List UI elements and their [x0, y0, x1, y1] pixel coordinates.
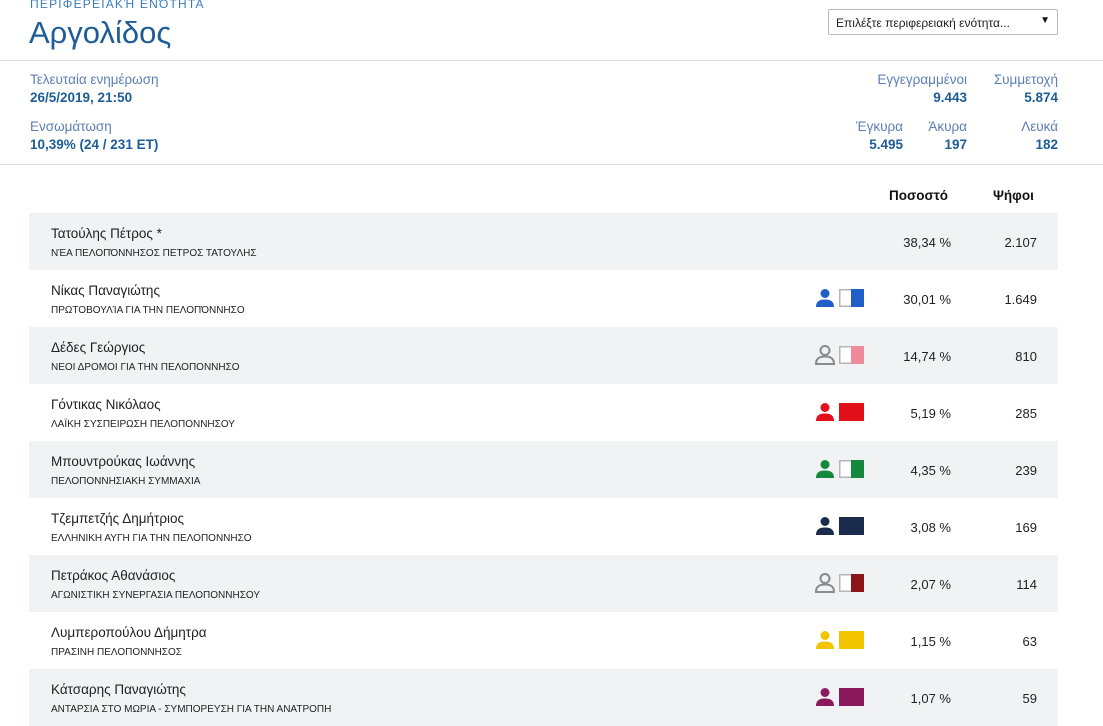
party-name: ΠΕΛΟΠΟΝΝΗΣΙΑΚΗ ΣΥΜΜΑΧΙΑ	[51, 476, 201, 487]
blank-value: 182	[1035, 137, 1058, 152]
vote-percentage: 2,07 %	[910, 577, 951, 592]
candidate-name: Τατούλης Πέτρος *	[51, 226, 162, 241]
table-row[interactable]: Κάτσαρης Παναγιώτης ΑΝΤΑΡΣΙΑ ΣΤΟ ΜΩΡΙΑ - …	[29, 669, 1058, 726]
turnout-value: 5.874	[1024, 90, 1058, 105]
last-update-value: 26/5/2019, 21:50	[30, 90, 133, 105]
candidate-name: Νίκας Παναγιώτης	[51, 283, 160, 298]
region-select-text: Επιλέξτε περιφερειακή ενότητα...	[836, 16, 1010, 30]
person-outline-icon	[814, 573, 836, 593]
valid-label: Έγκυρα	[856, 119, 903, 134]
last-update-stat: Τελευταία ενημέρωση 26/5/2019, 21:50	[30, 72, 159, 105]
party-name: ΑΓΩΝΙΣΤΙΚΗ ΣΥΝΕΡΓΑΣΙΑ ΠΕΛΟΠΟΝΝΗΣΟΥ	[51, 590, 261, 601]
table-row[interactable]: Δέδες Γεώργιος ΝΕΟΙ ΔΡΟΜΟΙ ΓΙΑ ΤΗΝ ΠΕΛΟΠΟ…	[29, 327, 1058, 384]
table-row[interactable]: Νίκας Παναγιώτης Πρωτοβουλία για την Πελο…	[29, 270, 1058, 327]
registered-label: Εγγεγραμμένοι	[877, 72, 967, 87]
table-row[interactable]: Μπουντρούκας Ιωάννης ΠΕΛΟΠΟΝΝΗΣΙΑΚΗ ΣΥΜΜΑ…	[29, 441, 1058, 498]
candidate-name: Μπουντρούκας Ιωάννης	[51, 454, 196, 469]
party-color-flag	[839, 517, 864, 535]
blank-label: Λευκά	[1021, 119, 1058, 134]
person-icon	[816, 688, 834, 706]
vote-percentage: 4,35 %	[910, 463, 951, 478]
party-name: ΛΑΪΚΗ ΣΥΣΠΕΙΡΩΣΗ ΠΕΛΟΠΟΝΝΗΣΟΥ	[51, 419, 235, 430]
party-name: ΑΝΤΑΡΣΙΑ ΣΤΟ ΜΩΡΙΑ - ΣΥΜΠΟΡΕΥΣΗ ΓΙΑ ΤΗΝ …	[51, 704, 332, 715]
vote-count: 810	[1015, 349, 1037, 364]
vote-percentage: 30,01 %	[903, 292, 951, 307]
candidate-name: Λυμπεροπούλου Δήμητρα	[51, 625, 207, 640]
page-title: Αργολίδος	[29, 15, 172, 50]
vote-count: 2.107	[1004, 235, 1037, 250]
invalid-value: 197	[944, 137, 967, 152]
turnout-stat: Συμμετοχή 5.874	[994, 72, 1058, 105]
candidate-name: Κάτσαρης Παναγιώτης	[51, 682, 186, 697]
integration-value: 10,39% (24 / 231 ΕΤ)	[30, 137, 159, 152]
person-icon	[816, 403, 834, 421]
vote-count: 239	[1015, 463, 1037, 478]
person-icon	[816, 460, 834, 478]
valid-value: 5.495	[869, 137, 903, 152]
region-select[interactable]: Επιλέξτε περιφερειακή ενότητα... ▼	[828, 9, 1058, 35]
vote-percentage: 3,08 %	[910, 520, 951, 535]
candidate-name: Πετράκος Αθανάσιος	[51, 568, 176, 583]
blank-stat: Λευκά 182	[1021, 119, 1058, 152]
party-color-flag	[839, 574, 864, 592]
percent-column-header[interactable]: Ποσοστό	[889, 188, 948, 203]
registered-stat: Εγγεγραμμένοι 9.443	[877, 72, 967, 105]
page-header: Περιφερειακή Ενότητα Αργολίδος Επιλέξτε …	[0, 0, 1103, 61]
table-row[interactable]: Τζεμπετζής Δημήτριος ΕΛΛΗΝΙΚΗ ΑΥΓΗ ΓΙΑ ΤΗ…	[29, 498, 1058, 555]
registered-value: 9.443	[933, 90, 967, 105]
party-color-flag	[839, 289, 864, 307]
vote-count: 63	[1022, 634, 1037, 649]
party-name: Νέα Πελοπόννησος ΠΕΤΡΟΣ ΤΑΤΟΥΛΗΣ	[51, 248, 257, 259]
integration-label: Ενσωμάτωση	[30, 119, 112, 134]
party-name: ΠΡΑΣΙΝΗ ΠΕΛΟΠΟΝΝΗΣΟΣ	[51, 647, 182, 658]
invalid-stat: Άκυρα 197	[928, 119, 967, 152]
person-icon	[816, 517, 834, 535]
vote-count: 59	[1022, 691, 1037, 706]
candidate-name: Τζεμπετζής Δημήτριος	[51, 511, 185, 526]
votes-column-header[interactable]: Ψήφοι	[993, 188, 1034, 203]
person-outline-icon	[814, 345, 836, 365]
candidate-name: Γόντικας Νικόλαος	[51, 397, 161, 412]
chevron-down-icon: ▼	[1040, 15, 1050, 26]
stats-panel: Τελευταία ενημέρωση 26/5/2019, 21:50 Ενσ…	[0, 61, 1103, 165]
vote-percentage: 5,19 %	[910, 406, 951, 421]
table-row[interactable]: Πετράκος Αθανάσιος ΑΓΩΝΙΣΤΙΚΗ ΣΥΝΕΡΓΑΣΙΑ …	[29, 555, 1058, 612]
region-label: Περιφερειακή Ενότητα	[30, 0, 205, 11]
party-color-flag	[839, 403, 864, 421]
turnout-label: Συμμετοχή	[993, 72, 1058, 87]
party-name: ΝΕΟΙ ΔΡΟΜΟΙ ΓΙΑ ΤΗΝ ΠΕΛΟΠΟΝΝΗΣΟ	[51, 362, 240, 373]
party-color-flag	[839, 346, 864, 364]
last-update-label: Τελευταία ενημέρωση	[30, 72, 159, 87]
party-color-flag	[839, 460, 864, 478]
integration-stat: Ενσωμάτωση 10,39% (24 / 231 ΕΤ)	[30, 119, 158, 152]
valid-stat: Έγκυρα 5.495	[856, 119, 903, 152]
invalid-label: Άκυρα	[928, 119, 967, 134]
vote-count: 169	[1015, 520, 1037, 535]
vote-count: 1.649	[1004, 292, 1037, 307]
party-name: Πρωτοβουλία για την Πελοπόννησο	[51, 305, 245, 316]
vote-percentage: 1,15 %	[910, 634, 951, 649]
person-icon	[816, 289, 834, 307]
vote-count: 285	[1015, 406, 1037, 421]
candidate-name: Δέδες Γεώργιος	[51, 340, 146, 355]
table-row[interactable]: Τατούλης Πέτρος * Νέα Πελοπόννησος ΠΕΤΡΟΣ…	[29, 213, 1058, 270]
vote-percentage: 38,34 %	[903, 235, 951, 250]
party-color-flag	[839, 631, 864, 649]
person-icon	[816, 631, 834, 649]
vote-count: 114	[1016, 577, 1037, 592]
table-row[interactable]: Γόντικας Νικόλαος ΛΑΪΚΗ ΣΥΣΠΕΙΡΩΣΗ ΠΕΛΟΠΟ…	[29, 384, 1058, 441]
vote-percentage: 14,74 %	[903, 349, 951, 364]
table-row[interactable]: Λυμπεροπούλου Δήμητρα ΠΡΑΣΙΝΗ ΠΕΛΟΠΟΝΝΗΣΟ…	[29, 612, 1058, 669]
party-name: ΕΛΛΗΝΙΚΗ ΑΥΓΗ ΓΙΑ ΤΗΝ ΠΕΛΟΠΟΝΝΗΣΟ	[51, 533, 252, 544]
party-color-flag	[839, 688, 864, 706]
vote-percentage: 1,07 %	[910, 691, 951, 706]
